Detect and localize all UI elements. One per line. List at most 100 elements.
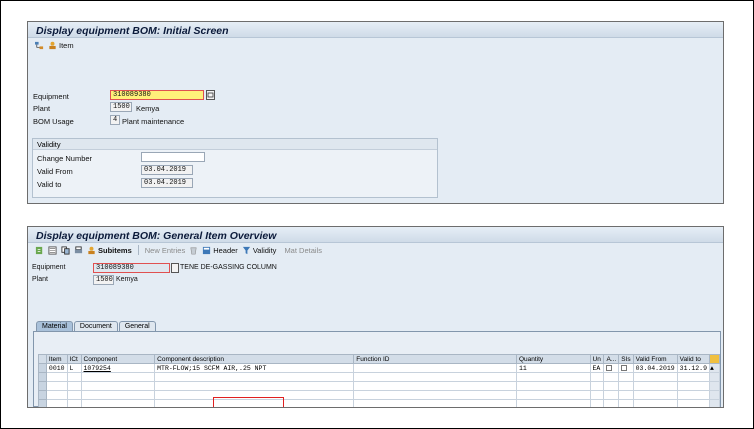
valid-to-cell[interactable]: 31.12.9 [676,363,710,373]
valid-from-input[interactable]: 03.04.2019 [141,165,193,175]
empty-cell[interactable] [603,390,620,400]
quantity-cell[interactable]: 11 [515,363,591,373]
ict-cell[interactable]: L [66,363,82,373]
mat-details-button[interactable]: Mat Details [284,246,322,255]
table-row[interactable] [38,381,721,391]
column-header[interactable]: Component [80,354,156,364]
empty-cell[interactable] [66,372,82,382]
checkbox[interactable] [606,364,613,371]
equipment-input[interactable]: 310089380 [110,90,204,100]
empty-cell[interactable] [66,399,82,407]
a-checkbox-cell[interactable] [603,363,620,373]
row-selector[interactable] [38,390,47,400]
empty-cell[interactable] [676,381,710,391]
empty-cell[interactable] [632,381,678,391]
empty-cell[interactable] [676,372,710,382]
scroll-up-icon[interactable]: ▲ [708,363,721,373]
description-cell[interactable]: MTR-FLOW;15 SCFM AIR,.25 NPT [154,363,355,373]
empty-cell[interactable] [353,372,517,382]
table-row[interactable] [38,390,721,400]
empty-cell[interactable] [618,381,634,391]
empty-cell[interactable] [618,399,634,407]
column-header[interactable]: Valid to [676,354,710,364]
empty-cell[interactable] [632,390,678,400]
row-selector[interactable] [38,372,47,382]
tab-general[interactable]: General [118,321,156,331]
column-header[interactable]: Function ID [353,354,517,364]
empty-cell[interactable] [45,399,68,407]
search-help-icon[interactable] [171,263,179,273]
empty-cell[interactable] [589,372,605,382]
scrollbar-track[interactable] [708,399,721,407]
checkbox[interactable] [621,364,628,371]
empty-cell[interactable] [80,399,156,407]
header-button[interactable]: Header [202,246,238,255]
new-entries-button[interactable]: New Entries [145,246,185,255]
details-icon[interactable] [48,245,57,255]
row-selector[interactable] [38,363,47,373]
empty-cell[interactable] [618,390,634,400]
empty-cell[interactable] [632,399,678,407]
equipment-input[interactable]: 310089380 [93,263,170,273]
empty-cell[interactable] [45,372,68,382]
empty-cell[interactable] [589,399,605,407]
table-row[interactable] [38,372,721,382]
empty-cell[interactable] [353,381,517,391]
empty-cell[interactable] [45,390,68,400]
empty-cell[interactable] [66,390,82,400]
empty-cell[interactable] [603,381,620,391]
function-id-cell[interactable] [353,363,517,373]
empty-cell[interactable] [80,390,156,400]
empty-cell[interactable] [353,399,517,407]
column-header[interactable]: A... [603,354,620,364]
plant-input[interactable]: 1500 [93,275,114,285]
empty-cell[interactable] [589,390,605,400]
column-header[interactable]: Valid From [632,354,678,364]
display-change-icon[interactable] [35,246,44,255]
empty-cell[interactable] [632,372,678,382]
unit-cell[interactable]: EA [589,363,605,373]
bom-usage-input[interactable]: 4 [110,115,120,125]
scrollbar-track[interactable] [708,372,721,382]
search-help-icon[interactable] [206,90,215,100]
empty-cell[interactable] [45,381,68,391]
empty-cell[interactable] [80,381,156,391]
empty-cell[interactable] [80,372,156,382]
empty-cell[interactable] [603,399,620,407]
table-row[interactable] [38,399,721,407]
tab-document[interactable]: Document [73,321,118,331]
empty-cell[interactable] [676,399,710,407]
column-header[interactable]: Un [589,354,605,364]
component-cell[interactable]: 1079254 [80,363,156,373]
empty-cell[interactable] [353,390,517,400]
empty-cell[interactable] [515,390,591,400]
empty-cell[interactable] [618,372,634,382]
empty-cell[interactable] [154,372,355,382]
table-row[interactable]: 0010 L 1079254 MTR-FLOW;15 SCFM AIR,.25 … [38,363,721,373]
empty-cell[interactable] [603,372,620,382]
empty-cell[interactable] [515,381,591,391]
valid-from-cell[interactable]: 03.04.2019 [632,363,678,373]
copy-icon[interactable] [61,245,70,255]
valid-to-input[interactable]: 03.04.2019 [141,178,193,188]
empty-cell[interactable] [515,399,591,407]
column-header[interactable]: ICt [66,354,82,364]
plant-input[interactable]: 1500 [110,102,132,112]
row-selector[interactable] [38,381,47,391]
empty-cell[interactable] [589,381,605,391]
print-icon[interactable] [74,245,83,255]
item-button[interactable]: Item [48,41,74,50]
column-header[interactable]: Item [45,354,68,364]
hierarchy-button[interactable] [35,41,44,50]
column-header[interactable]: Quantity [515,354,591,364]
tab-material[interactable]: Material [36,321,73,331]
column-settings-icon[interactable] [708,354,721,364]
empty-cell[interactable] [676,390,710,400]
select-all-cell[interactable] [38,354,47,364]
delete-icon[interactable] [189,246,198,255]
empty-cell[interactable] [154,381,355,391]
empty-cell[interactable] [515,372,591,382]
item-cell[interactable]: 0010 [45,363,68,373]
scrollbar-track[interactable] [708,381,721,391]
row-selector[interactable] [38,399,47,407]
